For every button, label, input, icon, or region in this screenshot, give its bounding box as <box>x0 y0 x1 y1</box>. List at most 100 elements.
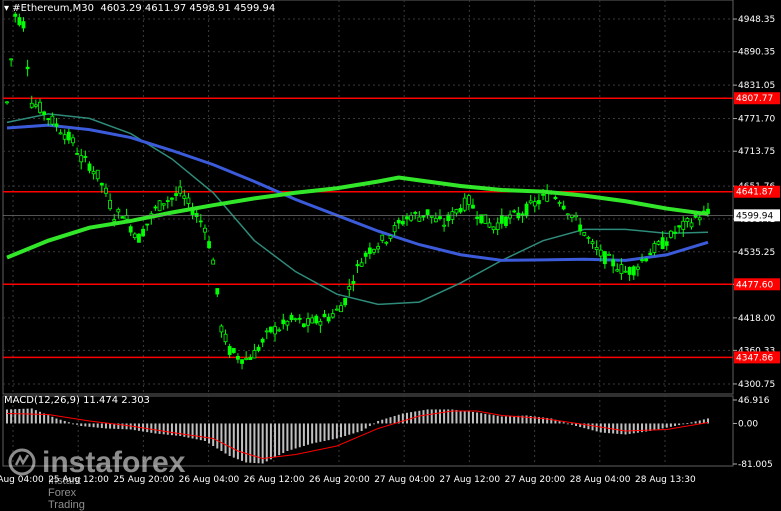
candle-body <box>157 200 162 212</box>
candle-body <box>652 243 657 253</box>
candle-body <box>466 195 471 205</box>
candle-body <box>388 235 393 239</box>
macd-histogram-bar <box>92 423 95 428</box>
candle-body <box>541 193 545 196</box>
y-tick-label: 4771.70 <box>738 115 775 125</box>
macd-histogram-bar <box>570 423 573 425</box>
candle-body <box>128 226 133 233</box>
candle-body <box>582 232 587 236</box>
macd-histogram-bar <box>694 421 697 424</box>
candle-body <box>264 330 269 333</box>
x-tick-label: 28 Aug 04:00 <box>570 475 631 485</box>
candle-body <box>198 220 203 223</box>
candle-body <box>194 213 199 218</box>
macd-histogram-bar <box>463 410 466 424</box>
macd-histogram-bar <box>212 423 215 446</box>
candle-body <box>656 241 661 245</box>
candle-body <box>392 225 397 233</box>
candle-body <box>594 247 599 250</box>
macd-histogram-bar <box>372 423 375 425</box>
x-tick-label: 25 Aug 04:00 <box>0 475 44 485</box>
macd-histogram-bar <box>80 423 83 426</box>
macd-histogram-bar <box>158 423 161 434</box>
candle-body <box>227 346 232 355</box>
macd-histogram-bar <box>620 423 623 435</box>
macd-histogram-bar <box>418 410 421 424</box>
candle-body <box>524 203 529 217</box>
candle-body <box>586 236 591 239</box>
macd-histogram-bar <box>492 415 495 424</box>
macd-y-tick-label: 46.916 <box>738 396 770 406</box>
macd-histogram-bar <box>224 423 227 454</box>
macd-histogram-bar <box>368 423 371 426</box>
candle-body <box>223 333 228 343</box>
candle-body <box>46 118 51 120</box>
macd-histogram-bar <box>426 409 429 424</box>
macd-histogram-bar <box>323 423 326 441</box>
macd-histogram-bar <box>203 423 206 441</box>
macd-histogram-bar <box>84 423 87 427</box>
macd-histogram-bar <box>22 408 25 424</box>
macd-histogram-bar <box>377 420 380 424</box>
macd-histogram-bar <box>228 423 231 456</box>
macd-histogram-bar <box>488 414 491 424</box>
macd-histogram-bar <box>38 411 41 424</box>
candle-body <box>611 259 616 267</box>
candle-body <box>71 137 75 144</box>
candle-body <box>697 217 702 221</box>
macd-histogram-bar <box>480 413 483 424</box>
macd-histogram-bar <box>162 423 165 435</box>
candle-body <box>256 346 261 351</box>
candle-body <box>116 208 121 213</box>
x-tick-label: 27 Aug 20:00 <box>505 475 566 485</box>
main-pane[interactable] <box>2 0 734 395</box>
symbol-dropdown-icon[interactable]: ▾ <box>4 3 12 14</box>
macd-histogram-bar <box>319 423 322 442</box>
candle-body <box>170 197 174 200</box>
x-tick-label: 26 Aug 04:00 <box>179 475 240 485</box>
macd-histogram-bar <box>199 423 202 441</box>
macd-histogram-bar <box>6 409 8 424</box>
candle-body <box>347 286 352 290</box>
macd-histogram-bar <box>352 423 355 434</box>
x-tick-label: 28 Aug 13:30 <box>635 475 696 485</box>
candle-body <box>330 313 335 318</box>
candle-body <box>248 356 253 361</box>
macd-histogram-bar <box>166 423 169 435</box>
macd-histogram-bar <box>405 412 408 424</box>
candle-body <box>557 202 562 204</box>
candle-body <box>137 233 141 243</box>
ohlc-values: 4603.29 4611.97 4598.91 4599.94 <box>100 3 276 14</box>
candle-body <box>372 249 376 253</box>
candle-body <box>603 251 607 265</box>
candle-body <box>668 230 673 238</box>
macd-histogram-bar <box>55 418 58 424</box>
macd-histogram-bar <box>636 423 639 433</box>
candle-body <box>297 317 302 320</box>
candle-body <box>495 222 500 231</box>
macd-histogram-bar <box>311 423 314 444</box>
candle-body <box>25 66 30 70</box>
candle-body <box>215 288 220 295</box>
candle-body <box>108 200 112 210</box>
candle-body <box>219 325 224 333</box>
macd-histogram-bar <box>422 410 425 424</box>
candle-body <box>409 214 414 221</box>
candle-body <box>9 58 14 61</box>
candle-body <box>532 201 537 207</box>
candle-body <box>355 264 360 267</box>
macd-histogram-bar <box>10 409 13 424</box>
macd-histogram-bar <box>632 423 635 434</box>
candle-body <box>13 13 18 17</box>
candle-body <box>512 210 517 213</box>
macd-histogram-bar <box>381 419 384 424</box>
candle-body <box>417 216 422 222</box>
candle-body <box>681 220 686 230</box>
chart-canvas[interactable]: 25 Aug 04:0025 Aug 12:0025 Aug 20:0026 A… <box>0 0 781 489</box>
candle-body <box>446 214 451 222</box>
macd-histogram-bar <box>500 416 503 424</box>
macd-histogram-bar <box>674 423 677 426</box>
candle-body <box>339 305 343 313</box>
macd-histogram-bar <box>245 423 248 463</box>
y-tick-label: 4890.35 <box>738 48 775 58</box>
